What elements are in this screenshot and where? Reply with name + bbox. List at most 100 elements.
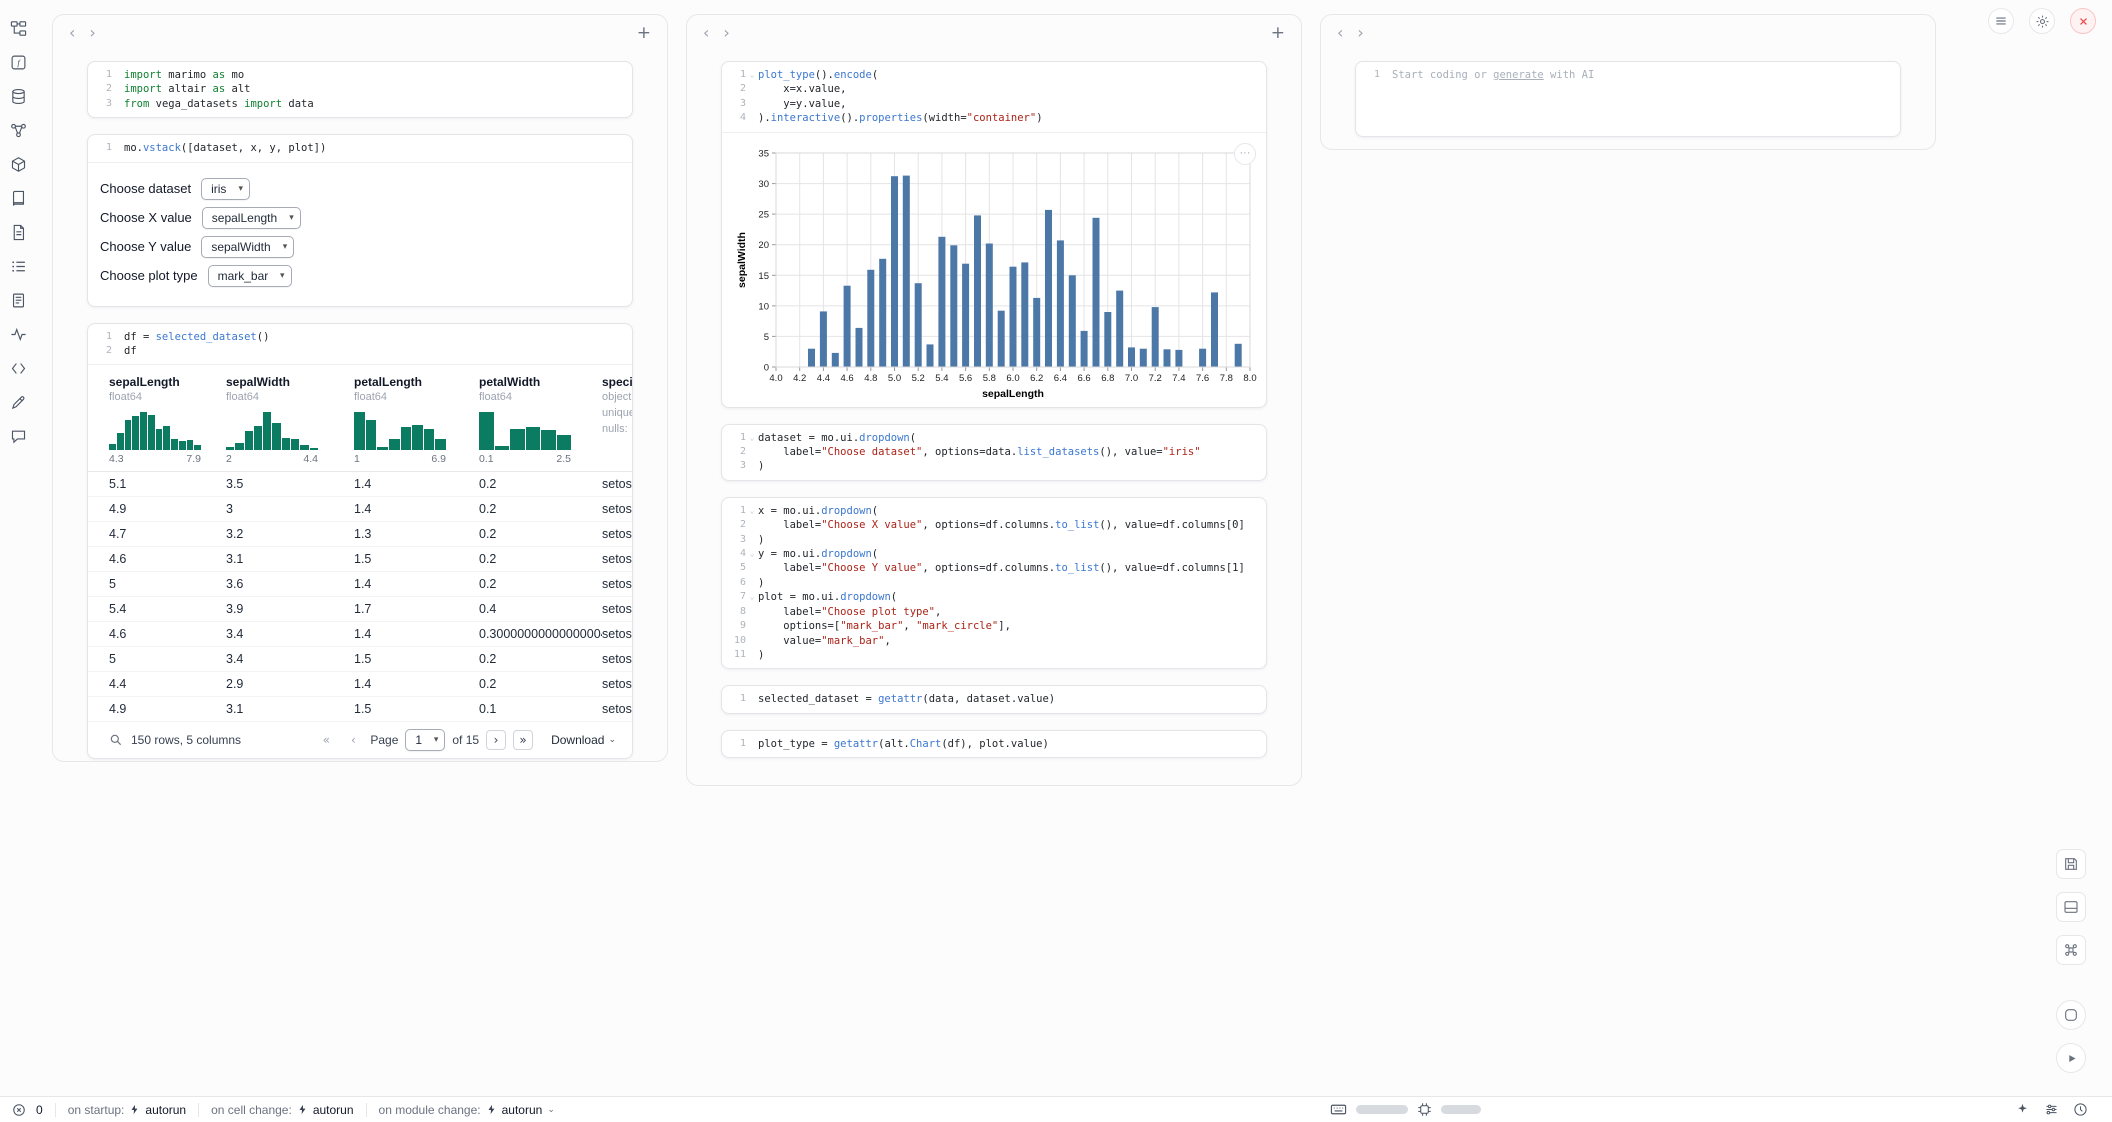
code-editor[interactable]: 1⌄dataset = mo.ui.dropdown(2 label="Choo… [722, 425, 1266, 480]
save-button[interactable] [2056, 849, 2086, 879]
keyboard-shortcuts-button[interactable] [2056, 935, 2086, 965]
line-number: 7 [724, 590, 746, 604]
on-module-change-setting[interactable]: on module change: autorun ⌄ [379, 1103, 555, 1117]
move-column-right-button[interactable]: › [723, 25, 729, 41]
generate-with-ai-link[interactable]: generate [1493, 69, 1544, 81]
fold-chevron-icon[interactable]: ⌄ [746, 431, 758, 445]
y-value-dropdown[interactable]: sepalWidth [201, 236, 294, 258]
table-row[interactable]: 4.42.91.40.2setosa [88, 672, 632, 697]
table-row[interactable]: 5.43.91.70.4setosa [88, 597, 632, 622]
fold-chevron-icon[interactable]: ⌄ [746, 68, 758, 82]
fold-chevron-icon[interactable]: ⌄ [746, 504, 758, 518]
variables-icon[interactable]: f [6, 50, 30, 74]
last-page-button[interactable]: » [513, 730, 533, 750]
line-number: 1 [724, 504, 746, 518]
code-line: 3 y=y.value, [724, 97, 1258, 111]
table-column-header[interactable]: sepalLengthfloat644.37.9 [109, 375, 226, 465]
minimap-button[interactable] [2056, 1000, 2086, 1030]
memory-meter[interactable] [1356, 1105, 1408, 1114]
add-column-button[interactable]: + [1271, 25, 1285, 42]
table-row[interactable]: 4.931.40.2setosa [88, 497, 632, 522]
notebook-icon[interactable] [6, 186, 30, 210]
page-select[interactable]: 1 [405, 729, 445, 751]
notebook-menu-button[interactable] [1988, 8, 2014, 34]
scratchpad-icon[interactable] [6, 390, 30, 414]
search-icon[interactable] [109, 733, 123, 747]
dataset-dropdown[interactable]: iris [201, 178, 250, 200]
download-button[interactable]: Download⌄ [551, 733, 616, 747]
code-line: 2 x=x.value, [724, 82, 1258, 96]
documentation-icon[interactable] [6, 288, 30, 312]
first-page-button[interactable]: « [316, 730, 336, 750]
move-column-left-button[interactable]: ‹ [703, 25, 709, 41]
chart-bar [1235, 343, 1242, 366]
outline-icon[interactable] [6, 254, 30, 278]
table-column-header[interactable]: speciesobjectunique:nulls: [602, 375, 632, 465]
vstack-cell: 1mo.vstack([dataset, x, y, plot]) Choose… [87, 134, 633, 306]
code-editor[interactable]: 1⌄x = mo.ui.dropdown(2 label="Choose X v… [722, 498, 1266, 668]
chart-bar [986, 243, 993, 367]
code-editor[interactable]: 1import marimo as mo2import altair as al… [88, 62, 632, 117]
code-editor[interactable]: 1plot_type = getattr(alt.Chart(df), plot… [722, 731, 1266, 757]
table-row[interactable]: 53.61.40.2setosa [88, 572, 632, 597]
add-column-button[interactable]: + [637, 25, 651, 42]
code-line: 1df = selected_dataset() [90, 330, 624, 344]
menu-icon [1994, 14, 2008, 28]
move-column-right-button[interactable]: › [1357, 25, 1363, 41]
chat-icon[interactable] [6, 424, 30, 448]
table-row[interactable]: 4.73.21.30.2setosa [88, 522, 632, 547]
fold-chevron-icon[interactable]: ⌄ [746, 547, 758, 561]
table-column-header[interactable]: petalWidthfloat640.12.5 [479, 375, 602, 465]
next-page-button[interactable]: › [486, 730, 506, 750]
ai-sparkle-icon[interactable] [2015, 1102, 2030, 1117]
cpu-icon [1417, 1102, 1432, 1117]
on-cell-change-setting[interactable]: on cell change: autorun [211, 1103, 353, 1117]
table-column-header[interactable]: petalLengthfloat6416.9 [354, 375, 479, 465]
code-editor[interactable]: 1selected_dataset = getattr(data, datase… [722, 686, 1266, 712]
table-summary: 150 rows, 5 columns [131, 733, 241, 747]
errors-indicator[interactable]: 0 [12, 1103, 43, 1117]
altair-chart-output[interactable]: 4.04.24.44.64.85.05.25.45.65.86.06.26.46… [722, 133, 1266, 407]
runtime-settings-icon[interactable] [2044, 1102, 2059, 1117]
code-editor[interactable]: 1 Start coding or generate with AI [1356, 62, 1900, 136]
table-row[interactable]: 53.41.50.2setosa [88, 647, 632, 672]
x-value-dropdown[interactable]: sepalLength [202, 207, 301, 229]
packages-icon[interactable] [6, 152, 30, 176]
run-all-button[interactable] [2056, 1043, 2086, 1073]
move-column-left-button[interactable]: ‹ [1337, 25, 1343, 41]
table-row[interactable]: 4.93.11.50.1setosa [88, 697, 632, 722]
table-row[interactable]: 4.63.41.40.30000000000000004setosa [88, 622, 632, 647]
table-row[interactable]: 4.63.11.50.2setosa [88, 547, 632, 572]
cpu-meter[interactable] [1441, 1105, 1481, 1114]
table-cell: 0.30000000000000004 [479, 627, 602, 641]
dependencies-icon[interactable] [6, 118, 30, 142]
table-row[interactable]: 5.13.51.40.2setosa [88, 472, 632, 497]
settings-button[interactable] [2029, 8, 2055, 34]
chevron-down-icon: ⌄ [608, 735, 616, 745]
column-histogram [354, 410, 446, 450]
shutdown-button[interactable] [2070, 8, 2096, 34]
layout-button[interactable] [2056, 892, 2086, 922]
plot-type-dropdown[interactable]: mark_bar [208, 265, 292, 287]
clock-icon[interactable] [2073, 1102, 2088, 1117]
keyboard-icon[interactable] [1330, 1101, 1347, 1118]
code-editor[interactable]: 1⌄plot_type().encode(2 x=x.value,3 y=y.v… [722, 62, 1266, 133]
table-cell: setosa [602, 702, 632, 716]
file-explorer-icon[interactable] [6, 16, 30, 40]
move-column-right-button[interactable]: › [89, 25, 95, 41]
svg-text:7.4: 7.4 [1172, 373, 1185, 384]
logs-icon[interactable] [6, 220, 30, 244]
code-editor[interactable]: 1mo.vstack([dataset, x, y, plot]) [88, 135, 632, 162]
svg-text:5.8: 5.8 [983, 373, 996, 384]
code-editor[interactable]: 1df = selected_dataset()2df [88, 324, 632, 366]
datasources-icon[interactable] [6, 84, 30, 108]
prev-page-button[interactable]: ‹ [343, 730, 363, 750]
tracing-icon[interactable] [6, 322, 30, 346]
table-column-header[interactable]: sepalWidthfloat6424.4 [226, 375, 354, 465]
chart-more-button[interactable]: ··· [1234, 143, 1256, 165]
on-startup-setting[interactable]: on startup: autorun [68, 1103, 186, 1117]
move-column-left-button[interactable]: ‹ [69, 25, 75, 41]
svg-text:5.0: 5.0 [888, 373, 901, 384]
fold-chevron-icon[interactable]: ⌄ [746, 590, 758, 604]
snippets-icon[interactable] [6, 356, 30, 380]
